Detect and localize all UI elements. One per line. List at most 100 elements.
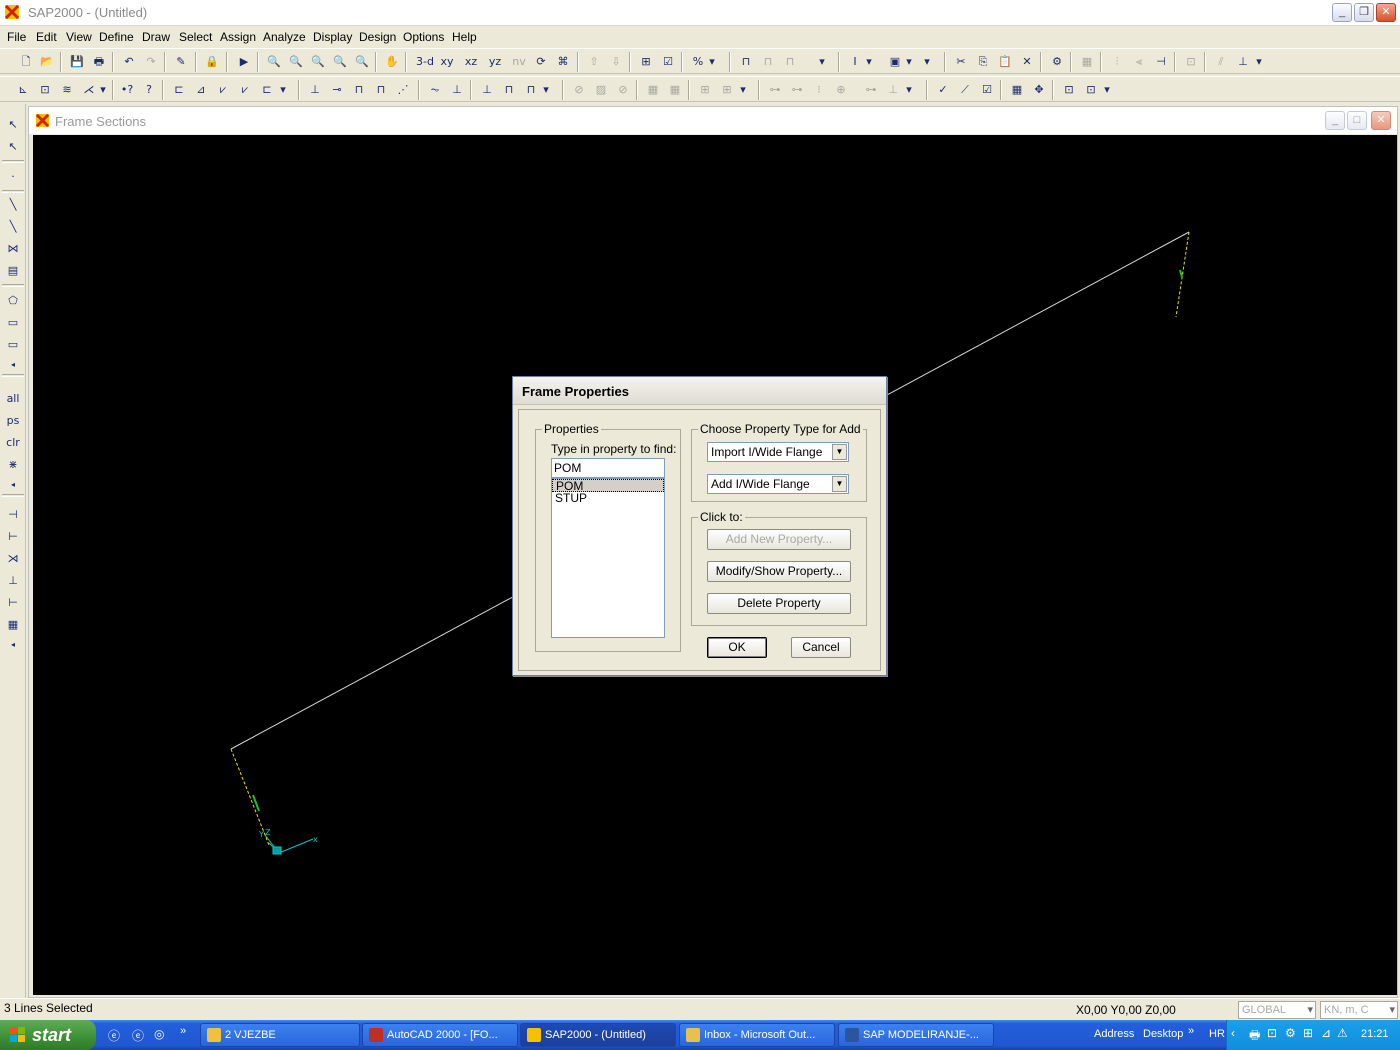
clock[interactable]: 21:21 [1361, 1028, 1389, 1040]
draw-beam-icon[interactable]: ⊓ [350, 81, 368, 98]
update-tray-icon[interactable]: ⊞ [1303, 1026, 1313, 1040]
layers-icon[interactable]: ≋ [58, 81, 76, 98]
paste-icon[interactable]: 📋 [996, 53, 1014, 70]
close-button[interactable]: ✕ [1376, 3, 1396, 22]
clear-selection-button[interactable]: clr [4, 434, 22, 452]
menu-analyze[interactable]: Analyze [263, 30, 306, 44]
redo-icon[interactable]: ↷ [142, 53, 160, 70]
add-type-select[interactable]: Add I/Wide Flange ▼ [707, 474, 849, 494]
menu-file[interactable]: File [7, 30, 26, 44]
copy-icon[interactable]: ⎘ [974, 53, 992, 70]
acrobat-tray-icon[interactable]: ⚠ [1337, 1026, 1348, 1040]
menu-options[interactable]: Options [403, 30, 444, 44]
chevron-down-icon[interactable]: ▼ [832, 444, 847, 460]
solid-icon[interactable]: ⊘ [570, 81, 588, 98]
taskbar-button-sap2000[interactable]: SAP2000 - (Untitled) [520, 1023, 676, 1047]
cancel-button[interactable]: Cancel [791, 637, 851, 658]
pan-icon[interactable]: ✋ [383, 53, 401, 70]
dropdown-arrow-icon[interactable]: ▾ [904, 81, 914, 98]
chevron-right-icon[interactable]: » [1188, 1025, 1194, 1037]
snap-intersect-icon[interactable]: ⋊ [4, 550, 22, 568]
undo-icon[interactable]: ↶ [120, 53, 138, 70]
taskbar-button-word[interactable]: SAP MODELIRANJE-... [838, 1023, 994, 1047]
info-icon[interactable]: •? [118, 81, 136, 98]
draw-joint-icon[interactable]: · [4, 168, 22, 186]
forces-icon[interactable]: ⊿ [192, 81, 210, 98]
draw-line-red-icon[interactable]: ╲ [4, 218, 22, 236]
chevron-down-icon[interactable]: ▼ [832, 476, 847, 492]
offset-icon[interactable]: ⊥ [884, 81, 902, 98]
join-icon[interactable]: ⊣ [1152, 53, 1170, 70]
snap-joints-icon[interactable]: ⊣ [4, 506, 22, 524]
find-property-input[interactable]: POM [551, 458, 665, 478]
hinge-icon[interactable]: ⊶ [788, 81, 806, 98]
child-maximize-button[interactable]: □ [1347, 111, 1367, 130]
align-icon[interactable]: ⫽ [1212, 53, 1230, 70]
menu-define[interactable]: Define [99, 30, 134, 44]
view-3d-button[interactable]: 3-d [414, 53, 436, 70]
outlook-quicklaunch-icon[interactable]: ⓔ [132, 1027, 148, 1043]
dropdown-arrow-icon[interactable]: ▾ [707, 53, 717, 70]
snap-grid-icon[interactable]: ▦ [1008, 81, 1026, 98]
address-toolbar-label[interactable]: Address [1094, 1028, 1134, 1040]
define-grid-icon[interactable]: ⊾ [14, 81, 32, 98]
snap-lines-icon[interactable]: ⊢ [4, 594, 22, 612]
desktop-quicklaunch-icon[interactable]: ◎ [154, 1027, 170, 1043]
constraint-icon[interactable]: ⊞ [718, 81, 736, 98]
lock-icon[interactable]: 🔒 [203, 53, 221, 70]
spring2-icon[interactable]: ⊶ [862, 81, 880, 98]
reshape-icon[interactable]: ↖ [4, 138, 22, 156]
tray-expand-icon[interactable]: ‹ [1231, 1026, 1235, 1040]
property-list[interactable]: POM STUP [551, 478, 665, 638]
diaphragm-icon[interactable]: ⊞ [696, 81, 714, 98]
minimize-button[interactable]: _ [1332, 3, 1352, 22]
menu-display[interactable]: Display [313, 30, 352, 44]
perspective-icon[interactable]: ⌘ [554, 53, 572, 70]
child-close-button[interactable]: ✕ [1371, 111, 1391, 130]
snap-check-icon[interactable]: ☑ [978, 81, 996, 98]
divide-icon[interactable]: ⫷ [1130, 53, 1148, 70]
open-file-icon[interactable]: 📂 [38, 53, 56, 70]
print-icon[interactable]: 🖶 [90, 53, 108, 70]
pencil-icon[interactable]: ✎ [172, 53, 190, 70]
menu-draw[interactable]: Draw [142, 30, 170, 44]
dropdown-arrow-icon[interactable]: ▾ [1254, 53, 1264, 70]
menu-help[interactable]: Help [452, 30, 477, 44]
network-tray-icon[interactable]: ⊡ [1267, 1026, 1277, 1040]
draw-frame-icon[interactable]: ⊥ [306, 81, 324, 98]
link-icon[interactable]: ⊶ [766, 81, 784, 98]
zoom-in-icon[interactable]: 🔍 [331, 53, 349, 70]
volume-tray-icon[interactable]: ⊿ [1321, 1026, 1331, 1040]
quick-area-icon[interactable]: ▭ [4, 336, 22, 354]
import-type-select[interactable]: Import I/Wide Flange ▼ [707, 442, 849, 462]
taskbar-button-folder[interactable]: 2 VJEZBE [200, 1023, 360, 1047]
ok-button[interactable]: OK [707, 637, 767, 658]
child-minimize-button[interactable]: _ [1325, 111, 1345, 130]
percent-icon[interactable]: % [689, 53, 707, 70]
delete-property-button[interactable]: Delete Property [707, 593, 851, 614]
snap-move-icon[interactable]: ✥ [1030, 81, 1048, 98]
support-icon[interactable]: ⊥ [448, 81, 466, 98]
zoom-extents-icon[interactable]: 🔍 [287, 53, 305, 70]
draw-truss-icon[interactable]: ⊓ [372, 81, 390, 98]
snap-perp-icon[interactable]: ⊥ [4, 572, 22, 590]
select-all-button[interactable]: all [4, 390, 22, 408]
dropdown-arrow-icon[interactable]: ▾ [922, 53, 932, 70]
shell-icon[interactable]: ▨ [592, 81, 610, 98]
query-icon[interactable]: ? [140, 81, 158, 98]
joint-load-icon[interactable]: ⊥ [478, 81, 496, 98]
draw-brace-icon[interactable]: ⋰ [394, 81, 412, 98]
menu-assign[interactable]: Assign [220, 30, 256, 44]
run-analysis-icon[interactable]: ▶ [235, 53, 253, 70]
printer-tray-icon[interactable]: 🖶 [1249, 1026, 1260, 1047]
save-icon[interactable]: 💾 [68, 53, 86, 70]
mesh-icon[interactable]: ▦ [644, 81, 662, 98]
target-icon[interactable]: ⊕ [832, 81, 850, 98]
grid-icon[interactable]: ▦ [1078, 53, 1096, 70]
snap-point-icon[interactable]: ✓ [934, 81, 952, 98]
replicate-icon[interactable]: ⫶ [1108, 53, 1126, 70]
expand-arrow-icon[interactable]: ◂ [4, 476, 22, 494]
view-nv-button[interactable]: nv [510, 53, 528, 70]
move-up-icon[interactable]: ⇧ [585, 53, 603, 70]
view-xy-button[interactable]: xy [438, 53, 456, 70]
